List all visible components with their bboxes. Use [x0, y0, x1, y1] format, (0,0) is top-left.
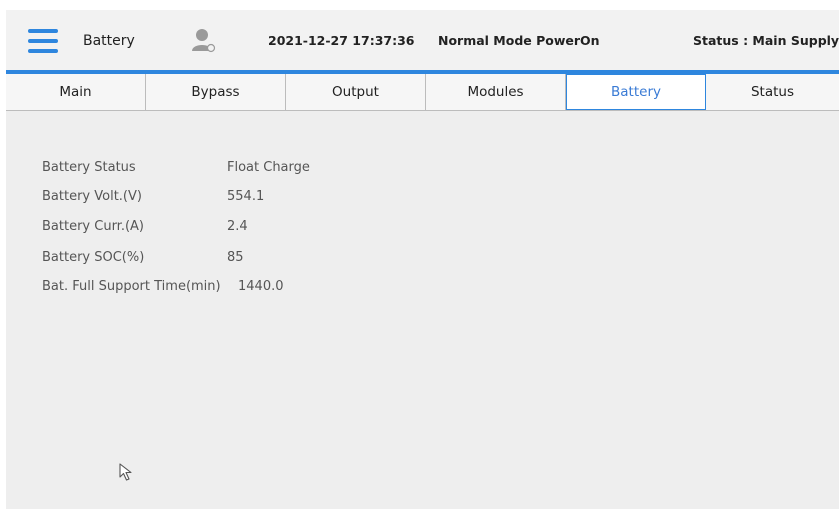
battery-panel: Battery Status Float Charge Battery Volt… [6, 111, 839, 509]
battery-soc-value: 85 [227, 250, 244, 265]
battery-status-label: Battery Status [42, 160, 136, 175]
battery-support-time-label: Bat. Full Support Time(min) [42, 279, 221, 294]
page-title: Battery [83, 33, 135, 49]
header-bar: Battery 2021-12-27 17:37:36 Normal Mode … [6, 10, 839, 70]
tab-modules[interactable]: Modules [426, 74, 566, 110]
hamburger-menu-icon[interactable] [28, 29, 58, 53]
tab-bar: Main Bypass Output Modules Battery Statu… [6, 74, 839, 111]
mode-display: Normal Mode PowerOn [438, 33, 600, 48]
mouse-pointer-icon [119, 463, 132, 481]
tab-main[interactable]: Main [6, 74, 146, 110]
status-display: Status : Main Supply [693, 33, 839, 48]
ups-screen: Battery 2021-12-27 17:37:36 Normal Mode … [6, 10, 839, 509]
battery-volt-value: 554.1 [227, 189, 265, 204]
tab-status[interactable]: Status [706, 74, 839, 110]
user-icon[interactable] [191, 27, 217, 53]
battery-volt-label: Battery Volt.(V) [42, 189, 142, 204]
tab-output[interactable]: Output [286, 74, 426, 110]
tab-battery[interactable]: Battery [566, 74, 706, 110]
battery-soc-label: Battery SOC(%) [42, 250, 145, 265]
battery-status-value: Float Charge [227, 160, 310, 175]
tab-bypass[interactable]: Bypass [146, 74, 286, 110]
datetime-display: 2021-12-27 17:37:36 [268, 33, 415, 48]
battery-support-time-value: 1440.0 [238, 279, 284, 294]
battery-curr-label: Battery Curr.(A) [42, 219, 145, 234]
battery-curr-value: 2.4 [227, 219, 248, 234]
